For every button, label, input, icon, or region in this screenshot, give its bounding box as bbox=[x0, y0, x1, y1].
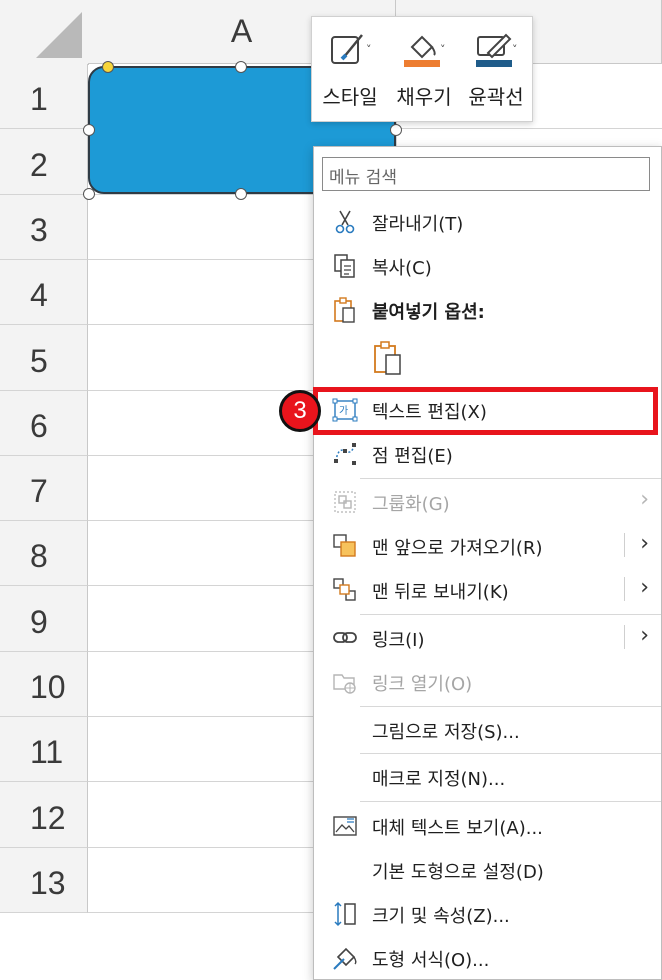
paste-option-keep[interactable] bbox=[314, 337, 662, 385]
shape-style-icon bbox=[331, 34, 363, 64]
copy-icon bbox=[334, 254, 355, 278]
resize-handle-left[interactable] bbox=[83, 124, 95, 136]
style-button[interactable]: ˅ 스타일 bbox=[318, 25, 382, 117]
row-header[interactable]: 4 bbox=[0, 260, 88, 325]
paste-options-label: 붙여넣기 옵션: bbox=[372, 302, 485, 323]
link-icon bbox=[333, 632, 357, 643]
open-link-icon bbox=[333, 674, 356, 694]
chevron-right-icon: › bbox=[640, 487, 649, 512]
menu-item-copy[interactable]: 복사(C) bbox=[314, 243, 662, 287]
resize-handle-right[interactable] bbox=[390, 124, 402, 136]
chevron-right-icon[interactable]: › bbox=[640, 623, 649, 648]
size-properties-icon bbox=[334, 901, 356, 927]
copy-label: 복사(C) bbox=[372, 258, 432, 279]
row-header[interactable]: 10 bbox=[0, 652, 88, 717]
format-shape-icon bbox=[333, 947, 357, 970]
row-header[interactable]: 1 bbox=[0, 64, 88, 129]
row-header[interactable]: 3 bbox=[0, 195, 88, 260]
send-to-back-label: 맨 뒤로 보내기(K) bbox=[372, 582, 509, 603]
outline-button[interactable]: ˅ 윤곽선 bbox=[464, 25, 528, 117]
paste-clipboard-icon bbox=[374, 341, 401, 375]
resize-handle-top[interactable] bbox=[235, 61, 247, 73]
menu-item-bring-to-front[interactable]: 맨 앞으로 가져오기(R) › bbox=[314, 523, 662, 567]
row-header[interactable]: 11 bbox=[0, 717, 88, 782]
mini-toolbar: ˅ 스타일 ˅ 채우기 ˅ 윤곽선 bbox=[311, 16, 533, 122]
menu-item-save-as-picture[interactable]: 그림으로 저장(S)... bbox=[314, 707, 662, 751]
bring-to-front-label: 맨 앞으로 가져오기(R) bbox=[372, 538, 543, 559]
menu-item-send-to-back[interactable]: 맨 뒤로 보내기(K) › bbox=[314, 567, 662, 611]
row-header[interactable]: 13 bbox=[0, 848, 88, 913]
highlight-box bbox=[313, 387, 658, 435]
adjust-handle[interactable] bbox=[102, 61, 114, 73]
menu-item-edit-points[interactable]: 점 편집(E) bbox=[314, 431, 662, 475]
select-all-corner[interactable] bbox=[0, 0, 89, 65]
size-properties-label: 크기 및 속성(Z)... bbox=[372, 906, 510, 927]
outline-label: 윤곽선 bbox=[468, 85, 524, 109]
menu-item-assign-macro[interactable]: 매크로 지정(N)... bbox=[314, 754, 662, 798]
send-to-back-icon bbox=[333, 578, 356, 601]
row-header[interactable]: 5 bbox=[0, 325, 88, 391]
context-menu: 메뉴 검색 잘라내기(T) 복사(C) 붙여넣기 옵션: 가 텍스트 편집(X)… bbox=[313, 146, 662, 980]
paint-bucket-icon bbox=[404, 35, 440, 67]
group-label: 그룹화(G) bbox=[372, 494, 450, 515]
menu-item-format-shape[interactable]: 도형 서식(O)... bbox=[314, 935, 662, 979]
resize-handle-bottom[interactable] bbox=[235, 188, 247, 200]
scissors-icon bbox=[335, 210, 355, 234]
resize-handle-bottom-left[interactable] bbox=[83, 188, 95, 200]
edit-points-label: 점 편집(E) bbox=[372, 446, 453, 467]
menu-item-group[interactable]: 그룹화(G) › bbox=[314, 479, 662, 523]
save-as-picture-label: 그림으로 저장(S)... bbox=[372, 722, 520, 743]
row-header[interactable]: 6 bbox=[0, 391, 88, 456]
cut-label: 잘라내기(T) bbox=[372, 214, 464, 235]
menu-search-input[interactable]: 메뉴 검색 bbox=[322, 157, 650, 191]
edit-points-icon bbox=[334, 443, 356, 465]
menu-item-link[interactable]: 링크(I) › bbox=[314, 615, 662, 659]
open-link-label: 링크 열기(O) bbox=[372, 674, 473, 695]
format-shape-label: 도형 서식(O)... bbox=[372, 950, 490, 971]
menu-item-alt-text[interactable]: 대체 텍스트 보기(A)... bbox=[314, 803, 662, 847]
group-icon bbox=[334, 491, 356, 513]
step-badge: 3 bbox=[279, 390, 321, 432]
fill-label: 채우기 bbox=[396, 85, 452, 109]
style-label: 스타일 bbox=[322, 85, 378, 109]
fill-button[interactable]: ˅ 채우기 bbox=[392, 25, 456, 117]
alt-text-label: 대체 텍스트 보기(A)... bbox=[372, 818, 543, 839]
row-header[interactable]: 2 bbox=[0, 129, 88, 195]
clipboard-icon bbox=[334, 297, 355, 323]
pen-outline-icon bbox=[476, 33, 512, 67]
menu-item-paste-options: 붙여넣기 옵션: bbox=[314, 287, 662, 331]
assign-macro-label: 매크로 지정(N)... bbox=[372, 769, 506, 790]
row-header[interactable]: 8 bbox=[0, 521, 88, 586]
link-label: 링크(I) bbox=[372, 630, 425, 651]
chevron-right-icon[interactable]: › bbox=[640, 531, 649, 556]
menu-item-cut[interactable]: 잘라내기(T) bbox=[314, 199, 662, 243]
row-header[interactable]: 7 bbox=[0, 456, 88, 521]
chevron-right-icon[interactable]: › bbox=[640, 575, 649, 600]
row-header[interactable]: 9 bbox=[0, 586, 88, 652]
alt-text-icon bbox=[333, 816, 357, 836]
menu-item-set-default-shape[interactable]: 기본 도형으로 설정(D) bbox=[314, 847, 662, 891]
row-header[interactable]: 12 bbox=[0, 782, 88, 848]
menu-item-size-properties[interactable]: 크기 및 속성(Z)... bbox=[314, 891, 662, 935]
menu-item-open-link[interactable]: 링크 열기(O) bbox=[314, 659, 662, 703]
set-default-shape-label: 기본 도형으로 설정(D) bbox=[372, 862, 544, 883]
bring-to-front-icon bbox=[333, 534, 356, 557]
